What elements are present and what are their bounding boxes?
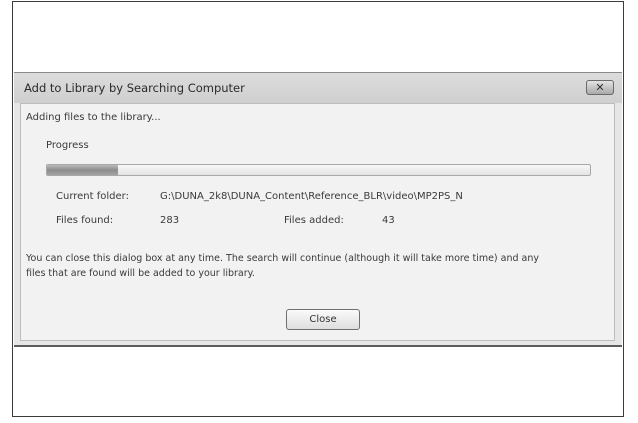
info-text-line1: You can close this dialog box at any tim… bbox=[26, 253, 540, 264]
files-added-value: 43 bbox=[382, 215, 395, 226]
progress-bar-fill bbox=[47, 165, 118, 175]
progress-bar bbox=[46, 164, 591, 176]
files-found-label: Files found: bbox=[56, 215, 114, 226]
current-folder-label: Current folder: bbox=[56, 191, 129, 202]
status-text: Adding files to the library... bbox=[26, 112, 161, 123]
close-icon[interactable]: ✕ bbox=[586, 80, 614, 95]
dialog-title: Add to Library by Searching Computer bbox=[24, 81, 245, 95]
info-text-line2: files that are found will be added to yo… bbox=[26, 268, 255, 279]
files-found-value: 283 bbox=[160, 215, 180, 226]
files-added-label: Files added: bbox=[284, 215, 344, 226]
progress-label: Progress bbox=[46, 140, 89, 151]
current-folder-value: G:\DUNA_2k8\DUNA_Content\Reference_BLR\v… bbox=[160, 191, 463, 202]
dialog-titlebar[interactable]: Add to Library by Searching Computer ✕ bbox=[14, 73, 622, 103]
close-button[interactable]: Close bbox=[286, 309, 360, 330]
